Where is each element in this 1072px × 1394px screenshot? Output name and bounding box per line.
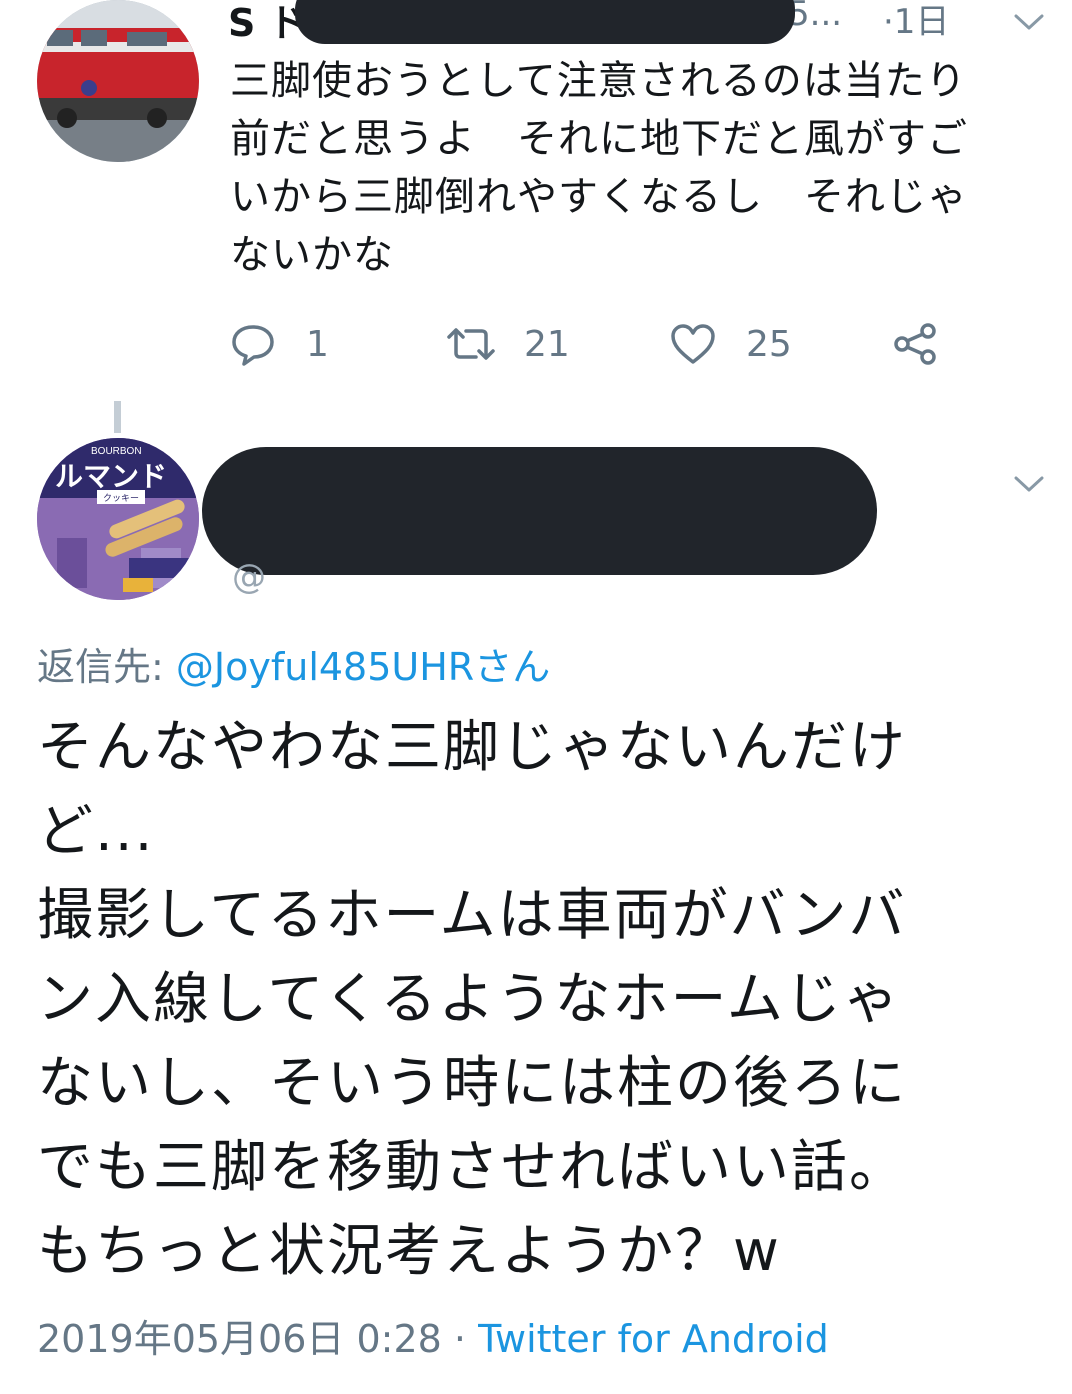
tweet2-handle[interactable]: @ [232,557,266,597]
like-button[interactable]: 25 [668,316,792,372]
reply-count: 1 [306,323,329,365]
tweet2-meta: 2019年05月06日 0:28 · Twitter for Android [37,1308,829,1363]
tweet1-text-line: ないかな [230,232,394,278]
meta-separator: · [441,1317,479,1361]
share-icon [890,319,940,369]
replying-to-label: 返信先: [37,645,164,689]
tweet2-text: そんなやわな三脚じゃないんだけ ど... 撮影してるホームは車両がバンバ ン入線… [37,706,1037,1294]
tweet1-time[interactable]: ·1日 [883,0,949,43]
tweet2-text-line: そんなやわな三脚じゃないんだけ [37,715,907,780]
tweet2-text-line: ど... [37,799,155,864]
tweet1-text: 三脚使おうとして注意されるのは当たり 前だと思うよ それに地下だと風がすご いか… [230,52,1045,284]
replying-to: 返信先: @Joyful485UHRさん [37,636,550,691]
tweet2-text-line: ないし、そいう時には柱の後ろに [37,1051,907,1116]
thread-connector-line [114,401,121,433]
avatar-sub-text: クッキー [103,493,139,504]
replying-to-handle-link[interactable]: @Joyful485UHRさん [176,645,550,689]
reply-button[interactable]: 1 [228,316,329,372]
tweet1-text-line: 前だと思うよ それに地下だと風がすご [230,116,968,162]
tweet2-menu-chevron-icon[interactable] [1012,472,1046,496]
tweet1-action-bar: 1 21 25 [228,316,988,372]
tweet2-timestamp: 2019年05月06日 0:28 [37,1317,442,1361]
lumonde-avatar-image: BOURBON ルマンド クッキー [37,438,199,600]
tweet2-text-line: もちっと状況考えようか？w [37,1219,781,1284]
tweet2-text-line: ン入線してくるようなホームじゃ [37,967,901,1032]
avatar-brand-text: BOURBON [91,446,142,457]
tweet1-text-line: 三脚使おうとして注意されるのは当たり [230,58,967,104]
tweet1-text-line: いから三脚倒れやすくなるし それじゃ [230,174,968,220]
retweet-icon [446,319,496,369]
heart-icon [668,319,718,369]
tweet2-source-link[interactable]: Twitter for Android [478,1317,829,1361]
tweet1-handle[interactable]: 5... [788,0,842,34]
train-avatar-image [37,0,199,162]
share-button[interactable] [890,316,940,372]
redaction-bar [295,0,795,44]
avatar-product-text: ルマンド [55,460,167,493]
tweet1-menu-chevron-icon[interactable] [1012,10,1046,34]
avatar-lumonde[interactable]: BOURBON ルマンド クッキー [37,438,199,600]
like-count: 25 [746,323,792,365]
redaction-bar [202,447,877,575]
tweet2-text-line: でも三脚を移動させればいい話。 [37,1135,907,1200]
tweet2-text-line: 撮影してるホームは車両がバンバ [37,883,907,948]
avatar-train[interactable] [37,0,199,162]
retweet-count: 21 [524,323,570,365]
reply-icon [228,319,278,369]
retweet-button[interactable]: 21 [446,316,570,372]
